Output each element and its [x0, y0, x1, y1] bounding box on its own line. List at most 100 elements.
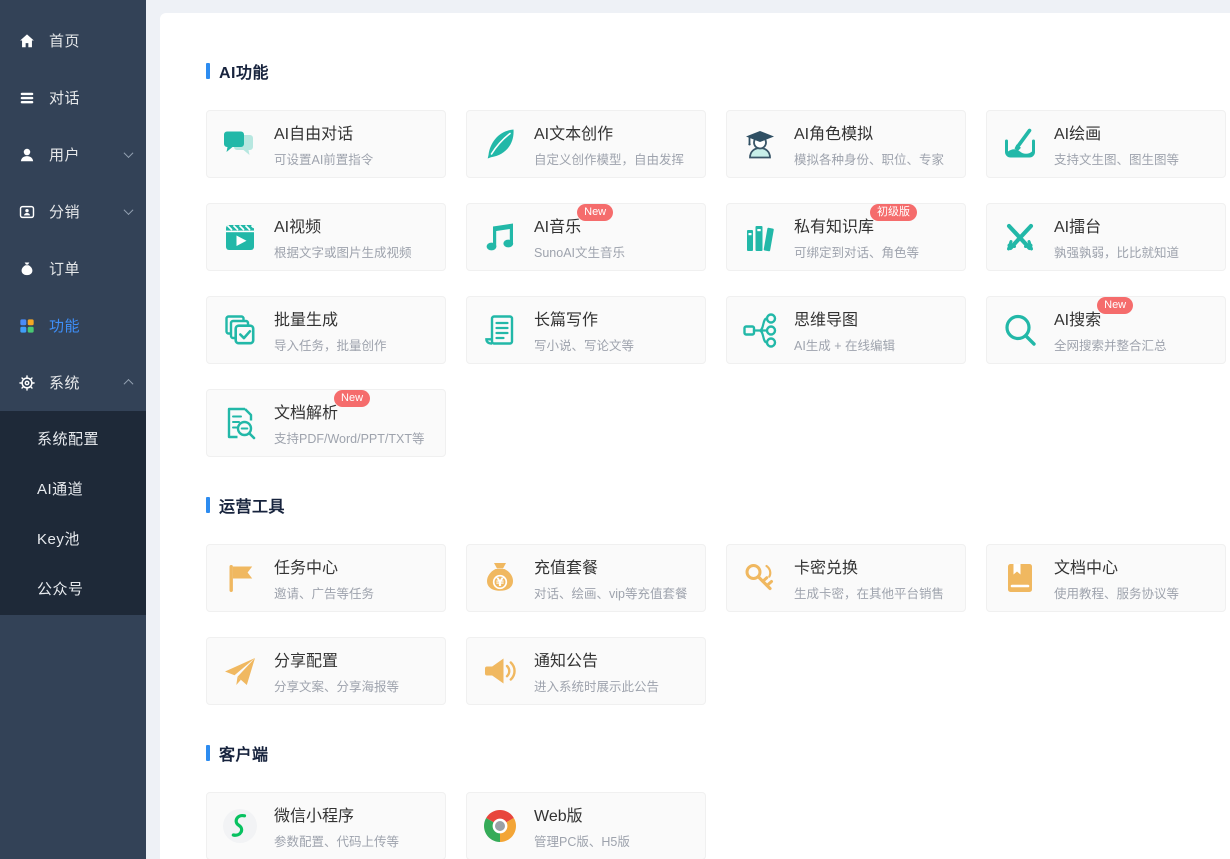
- submenu-label: 系统配置: [37, 430, 100, 448]
- card-title: AI文本创作: [534, 126, 614, 143]
- flag-icon: [219, 558, 261, 598]
- card-share-config[interactable]: 分享配置 分享文案、分享海报等: [206, 637, 446, 705]
- section-title: 客户端: [219, 747, 269, 764]
- content-panel: AI功能 AI自由对话 可设置AI前置指令 AI文本创作 自定义创作模型，自由发…: [160, 13, 1230, 859]
- card-ai-music[interactable]: AI音乐 New SunoAI文生音乐: [466, 203, 706, 271]
- section-accent-bar: [206, 63, 210, 79]
- card-announcement[interactable]: 通知公告 进入系统时展示此公告: [466, 637, 706, 705]
- card-subtitle: AI生成 + 在线编辑: [794, 339, 896, 353]
- paper-plane-icon: [219, 651, 261, 691]
- card-task-center[interactable]: 任务中心 邀请、广告等任务: [206, 544, 446, 612]
- sidebar-item-label: 用户: [49, 147, 81, 164]
- user-icon: [18, 146, 36, 164]
- sidebar-item-system[interactable]: 系统: [0, 354, 146, 411]
- card-title: 文档中心: [1054, 560, 1119, 577]
- card-ai-role-play[interactable]: AI角色模拟 模拟各种身份、职位、专家: [726, 110, 966, 178]
- card-ai-video[interactable]: AI视频 根据文字或图片生成视频: [206, 203, 446, 271]
- card-card-key-redeem[interactable]: 卡密兑换 生成卡密，在其他平台销售: [726, 544, 966, 612]
- sidebar-item-key-pool[interactable]: Key池: [0, 513, 146, 563]
- book-icon: [999, 558, 1041, 598]
- gear-icon: [18, 374, 36, 392]
- key-icon: [739, 558, 781, 598]
- sidebar-item-orders[interactable]: 订单: [0, 240, 146, 297]
- section-header: AI功能: [206, 59, 1226, 83]
- card-batch-generation[interactable]: 批量生成 导入任务，批量创作: [206, 296, 446, 364]
- chrome-icon: [479, 806, 521, 846]
- sidebar-item-home[interactable]: 首页: [0, 12, 146, 69]
- card-doc-center[interactable]: 文档中心 使用教程、服务协议等: [986, 544, 1226, 612]
- sidebar-item-label: 分销: [49, 204, 81, 221]
- card-ai-arena[interactable]: AI擂台 孰强孰弱，比比就知道: [986, 203, 1226, 271]
- crossed-swords-icon: [999, 217, 1041, 257]
- card-subtitle: 可设置AI前置指令: [274, 153, 374, 167]
- card-title: 私有知识库: [794, 219, 875, 236]
- section-title: 运营工具: [219, 499, 286, 516]
- new-badge: New: [577, 204, 614, 222]
- paintbrush-icon: [999, 124, 1041, 164]
- card-title: 批量生成: [274, 312, 339, 329]
- money-bag-yuan-icon: ¥: [479, 558, 521, 598]
- card-ai-search[interactable]: AI搜索 New 全网搜索并整合汇总: [986, 296, 1226, 364]
- card-recharge-packages[interactable]: ¥ 充值套餐 对话、绘画、vip等充值套餐: [466, 544, 706, 612]
- sidebar-item-ai-channel[interactable]: AI通道: [0, 463, 146, 513]
- money-bag-icon: [18, 260, 36, 278]
- sidebar: 首页 对话 用户 分销 订单 功能 系统 系统配置 AI通道 Key池 公众号: [0, 0, 146, 859]
- graduate-avatar-icon: [739, 124, 781, 164]
- sidebar-item-label: 首页: [49, 33, 81, 50]
- section-operation-tools: 运营工具 任务中心 邀请、广告等任务 ¥ 充值套餐 对话、绘画、vip等充值套餐: [206, 493, 1226, 705]
- sidebar-item-official-account[interactable]: 公众号: [0, 563, 146, 613]
- card-wechat-miniprogram[interactable]: 微信小程序 参数配置、代码上传等: [206, 792, 446, 859]
- card-long-form-writing[interactable]: 长篇写作 写小说、写论文等: [466, 296, 706, 364]
- home-icon: [18, 32, 36, 50]
- card-private-knowledge-base[interactable]: 私有知识库 初级版 可绑定到对话、角色等: [726, 203, 966, 271]
- card-grid: AI自由对话 可设置AI前置指令 AI文本创作 自定义创作模型，自由发挥 AI角…: [206, 110, 1226, 457]
- card-subtitle: 管理PC版、H5版: [534, 835, 630, 849]
- chevron-down-icon: [123, 205, 134, 216]
- section-clients: 客户端 微信小程序 参数配置、代码上传等 Web版 管理PC版、H5版: [206, 741, 1226, 859]
- sidebar-item-chat[interactable]: 对话: [0, 69, 146, 126]
- card-subtitle: 分享文案、分享海报等: [274, 680, 400, 694]
- section-ai-features: AI功能 AI自由对话 可设置AI前置指令 AI文本创作 自定义创作模型，自由发…: [206, 59, 1226, 457]
- card-title: 任务中心: [274, 560, 339, 577]
- card-title: 充值套餐: [534, 560, 599, 577]
- video-play-icon: [219, 217, 261, 257]
- mindmap-icon: [739, 310, 781, 350]
- section-accent-bar: [206, 745, 210, 761]
- card-web-version[interactable]: Web版 管理PC版、H5版: [466, 792, 706, 859]
- chevron-up-icon: [123, 378, 134, 389]
- chevron-down-icon: [123, 148, 134, 159]
- card-title: 卡密兑换: [794, 560, 859, 577]
- card-title: 通知公告: [534, 653, 599, 670]
- card-title: Web版: [534, 808, 583, 825]
- submenu-label: AI通道: [37, 480, 84, 498]
- card-grid: 任务中心 邀请、广告等任务 ¥ 充值套餐 对话、绘画、vip等充值套餐 卡密兑换…: [206, 544, 1226, 705]
- card-ai-text-writing[interactable]: AI文本创作 自定义创作模型，自由发挥: [466, 110, 706, 178]
- sidebar-item-distribution[interactable]: 分销: [0, 183, 146, 240]
- document-search-icon: [219, 403, 261, 443]
- scroll-document-icon: [479, 310, 521, 350]
- card-mind-map[interactable]: 思维导图 AI生成 + 在线编辑: [726, 296, 966, 364]
- card-subtitle: 写小说、写论文等: [534, 339, 635, 353]
- sidebar-item-users[interactable]: 用户: [0, 126, 146, 183]
- card-subtitle: 使用教程、服务协议等: [1054, 587, 1180, 601]
- sidebar-item-system-config[interactable]: 系统配置: [0, 413, 146, 463]
- submenu-label: Key池: [37, 530, 80, 548]
- card-title: 思维导图: [794, 312, 859, 329]
- main-area: AI功能 AI自由对话 可设置AI前置指令 AI文本创作 自定义创作模型，自由发…: [146, 0, 1230, 859]
- card-ai-painting[interactable]: AI绘画 支持文生图、图生图等: [986, 110, 1226, 178]
- search-icon: [999, 310, 1041, 350]
- svg-text:¥: ¥: [496, 575, 504, 589]
- books-icon: [739, 217, 781, 257]
- section-accent-bar: [206, 497, 210, 513]
- card-ai-free-chat[interactable]: AI自由对话 可设置AI前置指令: [206, 110, 446, 178]
- card-title: 微信小程序: [274, 808, 355, 825]
- card-grid: 微信小程序 参数配置、代码上传等 Web版 管理PC版、H5版: [206, 792, 1226, 859]
- megaphone-icon: [479, 651, 521, 691]
- sidebar-item-features[interactable]: 功能: [0, 297, 146, 354]
- card-document-parsing[interactable]: 文档解析 New 支持PDF/Word/PPT/TXT等: [206, 389, 446, 457]
- card-subtitle: 对话、绘画、vip等充值套餐: [534, 587, 688, 601]
- new-badge: New: [334, 390, 371, 408]
- sidebar-item-label: 对话: [49, 90, 81, 107]
- card-subtitle: 生成卡密，在其他平台销售: [794, 587, 945, 601]
- card-subtitle: 邀请、广告等任务: [274, 587, 375, 601]
